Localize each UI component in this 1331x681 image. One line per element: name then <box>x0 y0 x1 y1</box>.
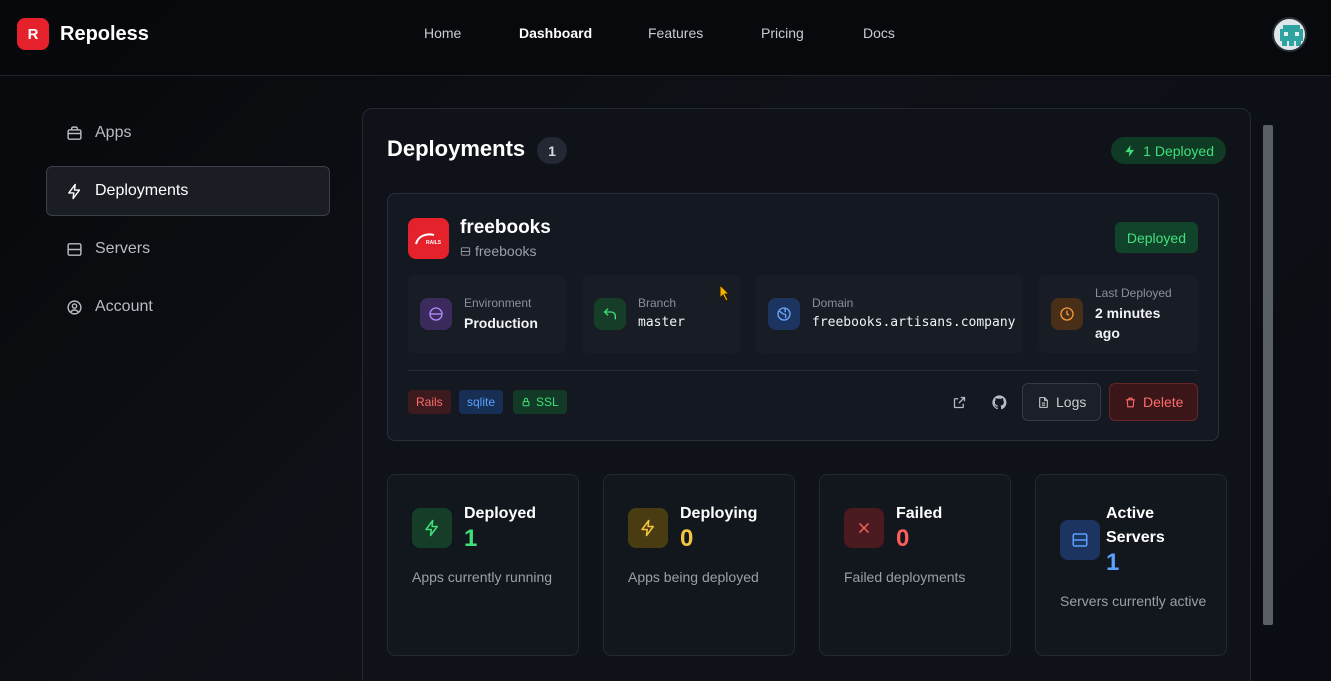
stat-description: Servers currently active <box>1060 593 1207 609</box>
branch-label: Branch <box>638 295 677 310</box>
stat-card-deployed: Deployed 1 Apps currently running <box>387 474 579 656</box>
user-avatar[interactable] <box>1272 17 1307 52</box>
stat-title: Active Servers <box>1106 505 1165 546</box>
deployments-panel: Deployments 1 1 Deployed RAILS freebooks… <box>362 108 1251 681</box>
card-divider <box>408 370 1198 371</box>
environment-label: Environment <box>464 295 532 310</box>
user-circle-icon <box>65 298 83 316</box>
briefcase-icon <box>65 124 83 142</box>
app-name[interactable]: freebooks <box>460 217 551 239</box>
github-icon[interactable] <box>988 391 1010 413</box>
stat-card-active-servers: Active Servers 1 Servers currently activ… <box>1035 474 1227 656</box>
stat-title: Failed <box>896 505 943 522</box>
nav-pricing[interactable]: Pricing <box>761 25 804 41</box>
lightning-icon <box>412 508 452 548</box>
rails-logo-icon: RAILS <box>408 218 449 259</box>
lightning-icon <box>628 508 668 548</box>
app-server: freebooks <box>460 243 536 259</box>
tag-rails: Rails <box>408 390 451 414</box>
branch-info: Branch master <box>582 275 740 353</box>
main-nav: Home Dashboard Features Pricing Docs <box>0 25 1331 45</box>
last-deployed-value-line2: ago <box>1095 324 1120 341</box>
clock-icon <box>1051 298 1083 330</box>
delete-button[interactable]: Delete <box>1109 383 1199 421</box>
last-deployed-value-line1: 2 minutes <box>1095 304 1161 321</box>
stat-description: Apps being deployed <box>628 569 759 585</box>
domain-info: Domain freebooks.artisans.company <box>756 275 1023 353</box>
sidebar-item-label: Deployments <box>95 182 189 199</box>
stat-value: 0 <box>896 525 910 552</box>
stat-value: 1 <box>464 525 478 552</box>
nav-home[interactable]: Home <box>424 25 461 41</box>
scrollbar[interactable] <box>1263 125 1273 625</box>
status-badge: Deployed <box>1114 222 1198 253</box>
domain-value[interactable]: freebooks.artisans.company <box>812 313 1016 333</box>
nav-docs[interactable]: Docs <box>863 25 895 41</box>
stat-card-failed: Failed 0 Failed deployments <box>819 474 1011 656</box>
sidebar-item-account[interactable]: Account <box>46 282 330 332</box>
last-deployed-label: Last Deployed <box>1095 285 1172 300</box>
sidebar-item-deployments[interactable]: Deployments <box>46 166 330 216</box>
stat-value: 1 <box>1106 549 1120 576</box>
lock-icon <box>522 397 530 407</box>
app-card[interactable]: RAILS freebooks freebooks Deployed Envir… <box>387 193 1219 441</box>
top-navbar: R Repoless Home Dashboard Features Prici… <box>0 0 1331 76</box>
server-icon <box>460 246 471 256</box>
nav-dashboard[interactable]: Dashboard <box>519 25 592 41</box>
sidebar-item-label: Apps <box>95 124 132 141</box>
deployed-summary-label: 1 Deployed <box>1143 142 1214 159</box>
tag-sqlite: sqlite <box>459 390 504 414</box>
branch-icon <box>594 298 626 330</box>
trash-icon <box>1126 397 1135 407</box>
delete-button-label: Delete <box>1143 394 1184 410</box>
sidebar: Apps Deployments Servers Account <box>46 108 330 340</box>
stat-description: Apps currently running <box>412 569 553 585</box>
tag-label: SSL <box>536 395 559 409</box>
document-icon <box>1039 396 1048 408</box>
tag-label: sqlite <box>467 395 496 409</box>
environment-icon <box>420 298 452 330</box>
domain-label: Domain <box>812 295 854 310</box>
x-icon <box>844 508 884 548</box>
stat-value: 0 <box>680 525 694 552</box>
stat-title: Deploying <box>680 505 758 522</box>
sidebar-item-servers[interactable]: Servers <box>46 224 330 274</box>
last-deployed-info: Last Deployed 2 minutes ago <box>1039 275 1198 353</box>
branch-value: master <box>638 314 685 330</box>
server-icon <box>65 240 83 258</box>
nav-features[interactable]: Features <box>648 25 703 41</box>
lightning-icon <box>1125 144 1135 157</box>
sidebar-item-label: Servers <box>95 240 151 257</box>
server-icon <box>1060 520 1100 560</box>
logs-button[interactable]: Logs <box>1022 383 1102 421</box>
stat-title: Deployed <box>464 505 537 522</box>
page-title: Deployments <box>387 136 526 161</box>
environment-info: Environment Production <box>408 275 566 353</box>
deployments-count-badge: 1 <box>537 137 567 164</box>
deployed-summary-badge: 1 Deployed <box>1111 137 1226 164</box>
sidebar-item-apps[interactable]: Apps <box>46 108 330 158</box>
globe-icon <box>768 298 800 330</box>
lightning-icon <box>65 182 83 200</box>
tag-label: Rails <box>416 395 443 409</box>
app-server-name: freebooks <box>475 243 537 259</box>
stat-description: Failed deployments <box>844 569 966 585</box>
avatar-icon <box>1280 25 1303 46</box>
sidebar-item-label: Account <box>95 298 153 315</box>
tag-ssl: SSL <box>513 390 567 414</box>
cursor-icon <box>719 284 731 302</box>
rails-logo-text: RAILS <box>426 240 442 246</box>
stat-card-deploying: Deploying 0 Apps being deployed <box>603 474 795 656</box>
logs-button-label: Logs <box>1056 394 1087 410</box>
environment-value: Production <box>464 314 538 331</box>
external-link-icon[interactable] <box>948 391 970 413</box>
